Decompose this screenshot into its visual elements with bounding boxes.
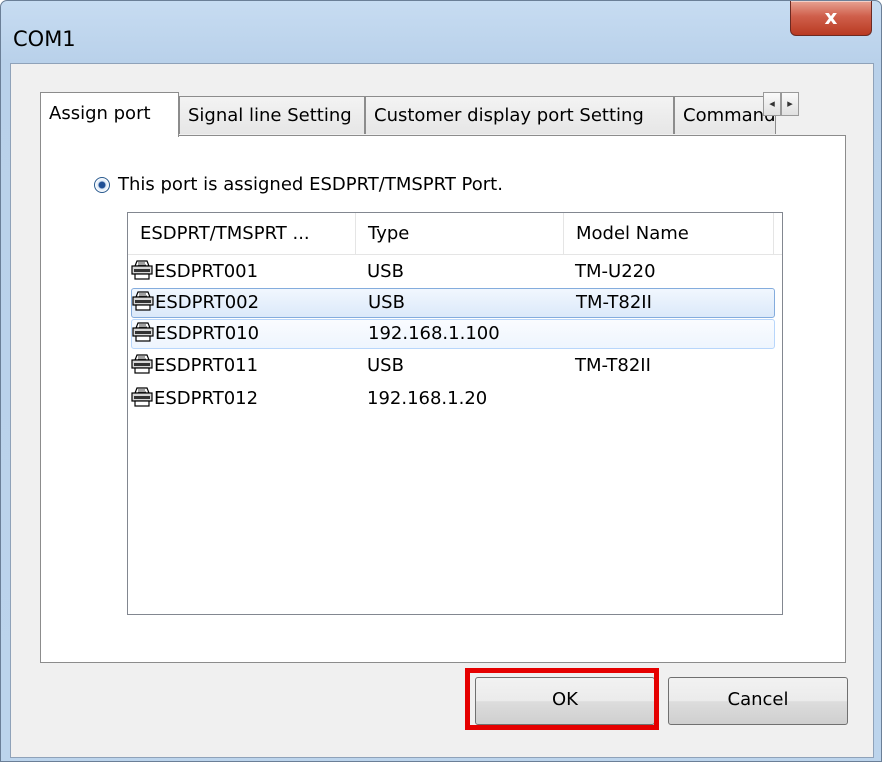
- tab-scroll-buttons: ◂ ▸: [763, 92, 799, 116]
- list-row-selected[interactable]: ESDPRT002 USB TM-T82II: [131, 288, 775, 318]
- tab-signal-line-setting[interactable]: Signal line Setting: [179, 96, 365, 134]
- list-header: ESDPRT/TMSPRT ... Type Model Name: [128, 213, 782, 255]
- cell-type: USB: [367, 355, 404, 376]
- radio-label[interactable]: This port is assigned ESDPRT/TMSPRT Port…: [118, 174, 503, 195]
- cell-type: 192.168.1.100: [368, 323, 500, 344]
- list-row[interactable]: ESDPRT011 USB TM-T82II: [131, 352, 775, 382]
- printer-icon: [131, 354, 153, 374]
- title-bar[interactable]: COM1 x: [1, 1, 881, 63]
- cell-type: 192.168.1.20: [367, 388, 488, 409]
- list-row[interactable]: ESDPRT001 USB TM-U220: [131, 258, 775, 288]
- highlight-frame: [465, 668, 659, 730]
- column-header-port[interactable]: ESDPRT/TMSPRT ...: [128, 213, 356, 254]
- close-button[interactable]: x: [790, 1, 872, 36]
- tab-assign-port[interactable]: Assign port: [40, 92, 179, 137]
- cell-model: TM-T82II: [575, 355, 651, 376]
- printer-icon: [132, 322, 154, 342]
- cell-port: ESDPRT001: [154, 261, 259, 282]
- cell-model: TM-T82II: [576, 292, 652, 313]
- tab-scroll-left-button[interactable]: ◂: [763, 92, 781, 116]
- tab-command[interactable]: Command I: [674, 96, 776, 134]
- assign-port-radio-option[interactable]: This port is assigned ESDPRT/TMSPRT Port…: [94, 174, 503, 195]
- list-row[interactable]: ESDPRT012 192.168.1.20: [131, 385, 775, 415]
- cell-port: ESDPRT002: [155, 292, 260, 313]
- list-row-hover[interactable]: ESDPRT010 192.168.1.100: [131, 319, 775, 349]
- cancel-button[interactable]: Cancel: [668, 677, 848, 725]
- cell-port: ESDPRT012: [154, 388, 259, 409]
- radio-button[interactable]: [94, 176, 110, 193]
- window-title: COM1: [13, 27, 76, 51]
- column-header-type[interactable]: Type: [356, 213, 564, 254]
- cell-port: ESDPRT010: [155, 323, 260, 344]
- printer-icon: [132, 291, 154, 311]
- port-list[interactable]: ESDPRT/TMSPRT ... Type Model Name ESDPRT…: [127, 212, 783, 615]
- cell-model: TM-U220: [575, 261, 656, 282]
- printer-icon: [131, 387, 153, 407]
- dialog-body: Assign port Signal line Setting Customer…: [10, 63, 874, 758]
- column-header-model-name[interactable]: Model Name: [564, 213, 774, 254]
- tab-customer-display-port-setting[interactable]: Customer display port Setting: [365, 96, 674, 134]
- printer-icon: [131, 260, 153, 280]
- cell-type: USB: [367, 261, 404, 282]
- tab-scroll-right-button[interactable]: ▸: [781, 92, 799, 116]
- dialog-window: COM1 x Assign port Signal line Setting C…: [0, 0, 882, 762]
- tab-panel-assign-port: This port is assigned ESDPRT/TMSPRT Port…: [40, 135, 846, 663]
- cell-port: ESDPRT011: [154, 355, 259, 376]
- cell-type: USB: [368, 292, 405, 313]
- close-icon[interactable]: x: [825, 5, 838, 29]
